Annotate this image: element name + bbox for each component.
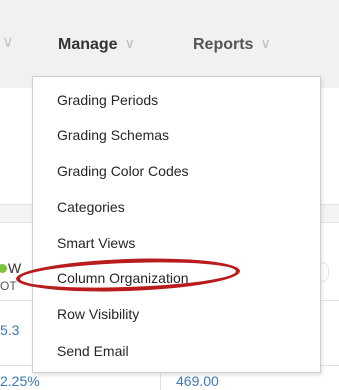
- column-header-partial[interactable]: W: [8, 260, 21, 276]
- manage-dropdown-menu: Grading Periods Grading Schemas Grading …: [32, 76, 321, 373]
- tab-manage-label: Manage: [58, 36, 118, 53]
- menu-item-smart-views[interactable]: Smart Views: [57, 233, 135, 253]
- menu-item-categories[interactable]: Categories: [57, 197, 125, 217]
- menu-item-grading-periods[interactable]: Grading Periods: [57, 90, 158, 110]
- chevron-down-icon[interactable]: ∨: [2, 33, 14, 53]
- status-dot-icon: [0, 264, 7, 273]
- grade-cell[interactable]: 2.25%: [0, 373, 40, 389]
- menu-item-send-email[interactable]: Send Email: [57, 341, 129, 361]
- grade-cell[interactable]: 5.3: [0, 322, 19, 338]
- menu-item-grading-schemas[interactable]: Grading Schemas: [57, 125, 169, 145]
- column-header-partial-subtitle: OT: [0, 279, 17, 293]
- menu-item-grading-color-codes[interactable]: Grading Color Codes: [57, 161, 189, 181]
- tab-reports-label: Reports: [193, 36, 254, 53]
- gradebook-page: ∨ Manage ∨ Reports ∨ W OT 5.3 2.25% 469.00…: [0, 0, 339, 390]
- grade-cell[interactable]: 469.00: [176, 373, 219, 389]
- menu-item-row-visibility[interactable]: Row Visibility: [57, 304, 139, 324]
- tab-reports[interactable]: Reports ∨: [193, 33, 271, 53]
- menu-item-column-organization[interactable]: Column Organization: [57, 268, 189, 288]
- chevron-down-icon: ∨: [124, 35, 135, 51]
- tab-manage[interactable]: Manage ∨: [58, 33, 135, 53]
- top-nav-bar: ∨ Manage ∨ Reports ∨: [0, 0, 339, 88]
- chevron-down-icon: ∨: [260, 35, 271, 51]
